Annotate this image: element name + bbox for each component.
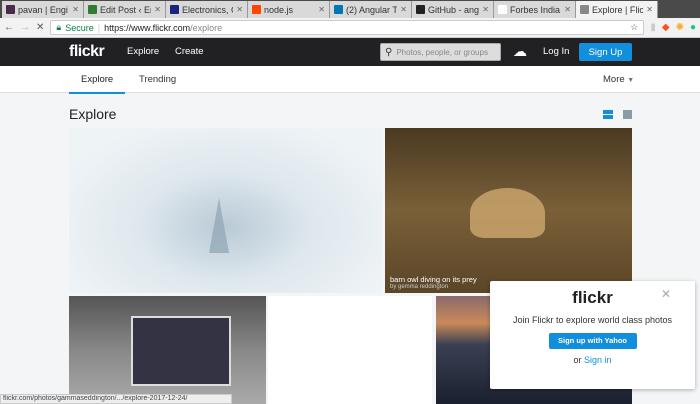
browser-tab[interactable]: Explore | Flic ✕ (576, 1, 658, 18)
extension-icon[interactable]: ✺ (676, 22, 684, 33)
url-path: /explore (190, 22, 223, 33)
close-tab-icon[interactable]: ✕ (236, 5, 243, 14)
sub-navbar: Explore Trending More ▼ (0, 66, 700, 94)
close-tab-icon[interactable]: ✕ (482, 5, 489, 14)
login-link[interactable]: Log In (543, 46, 569, 57)
tab-title: pavan | Engi (18, 4, 68, 15)
browser-tab[interactable]: Electronics, C ✕ (166, 1, 248, 18)
close-tab-icon[interactable]: ✕ (564, 5, 571, 14)
popup-text: Join Flickr to explore world class photo… (512, 315, 673, 325)
tab-title: Edit Post ‹ En (100, 4, 152, 15)
tab-title: node.js (264, 4, 294, 15)
photo-foggy-trees[interactable] (69, 128, 382, 293)
page-title: Explore (69, 106, 117, 122)
signin-link[interactable]: Sign in (584, 355, 612, 365)
url-field[interactable]: 🔒︎ Secure | https://www.flickr.com/explo… (50, 20, 645, 35)
address-bar-row: ← → ✕ 🔒︎ Secure | https://www.flickr.com… (0, 18, 700, 38)
close-tab-icon[interactable]: ✕ (154, 5, 161, 14)
favicon-icon (88, 5, 97, 14)
tab-strip: pavan | Engi ✕ Edit Post ‹ En ✕ Electronics,… (0, 0, 700, 18)
flickr-logo[interactable]: flickr (69, 43, 105, 61)
favicon-icon (580, 5, 589, 14)
nav-explore[interactable]: Explore (127, 46, 159, 57)
favicon-icon (6, 5, 15, 14)
close-tab-icon[interactable]: ✕ (72, 5, 79, 14)
single-view-icon[interactable] (623, 110, 632, 119)
search-placeholder: Photos, people, or groups (396, 47, 488, 57)
close-tab-icon[interactable]: ✕ (400, 5, 407, 14)
signup-button[interactable]: Sign Up (579, 43, 632, 61)
tab-explore[interactable]: Explore (69, 74, 126, 94)
close-tab-icon[interactable]: ✕ (646, 5, 653, 14)
search-input[interactable]: ⚲ Photos, people, or groups (380, 43, 501, 61)
extension-icon[interactable]: ◆ (662, 22, 670, 33)
star-icon[interactable]: ☆ (630, 22, 638, 33)
close-tab-icon[interactable]: ✕ (318, 5, 325, 14)
forward-icon[interactable]: → (20, 22, 30, 33)
browser-tab[interactable]: (2) Angular T ✕ (330, 1, 412, 18)
more-label: More (603, 74, 625, 85)
favicon-icon (498, 5, 507, 14)
extension-icon[interactable]: ▮ (650, 22, 656, 33)
photo-barn-owl[interactable]: barn owl diving on its prey by gemma redd… (385, 128, 632, 293)
signup-popup: ✕ flickr Join Flickr to explore world cl… (490, 281, 695, 389)
tab-title: Forbes India (510, 4, 561, 15)
favicon-icon (170, 5, 179, 14)
chevron-down-icon: ▼ (627, 77, 635, 84)
tab-title: GitHub - angu (428, 4, 480, 15)
tab-title: (2) Angular T (346, 4, 398, 15)
favicon-icon (252, 5, 261, 14)
tab-title: Electronics, C (182, 4, 234, 15)
favicon-icon (416, 5, 425, 14)
tab-trending[interactable]: Trending (139, 74, 176, 85)
stop-icon[interactable]: ✕ (36, 22, 44, 33)
url-host: https://www.flickr.com (104, 22, 191, 33)
secure-label: Secure (65, 22, 94, 33)
status-bar: flickr.com/photos/gammaseddington/.../ex… (0, 394, 232, 404)
grammarly-icon[interactable]: ● (690, 22, 696, 33)
upload-cloud-icon[interactable]: ☁ (513, 43, 527, 60)
browser-tab[interactable]: node.js ✕ (248, 1, 330, 18)
signin-row: or Sign in (573, 355, 612, 365)
photo-caption: barn owl diving on its prey by gemma redd… (390, 275, 477, 290)
lock-icon: 🔒︎ (56, 22, 62, 32)
favicon-icon (334, 5, 343, 14)
signup-yahoo-button[interactable]: Sign up with Yahoo (548, 333, 637, 349)
browser-tab[interactable]: pavan | Engi ✕ (2, 1, 84, 18)
tab-title: Explore | Flic (592, 4, 644, 15)
nav-create[interactable]: Create (175, 46, 204, 57)
photo-blank[interactable] (268, 296, 432, 404)
browser-tab[interactable]: Edit Post ‹ En ✕ (84, 1, 166, 18)
photo-hand-city[interactable] (69, 296, 266, 404)
justified-view-icon[interactable] (603, 110, 613, 119)
flickr-navbar: flickr Explore Create ⚲ Photos, people, … (0, 38, 700, 66)
search-icon: ⚲ (385, 46, 393, 58)
back-icon[interactable]: ← (4, 22, 14, 33)
browser-tab[interactable]: Forbes India ✕ (494, 1, 576, 18)
close-icon[interactable]: ✕ (661, 287, 671, 301)
browser-tab[interactable]: GitHub - angu ✕ (412, 1, 494, 18)
more-dropdown[interactable]: More ▼ (603, 74, 634, 85)
